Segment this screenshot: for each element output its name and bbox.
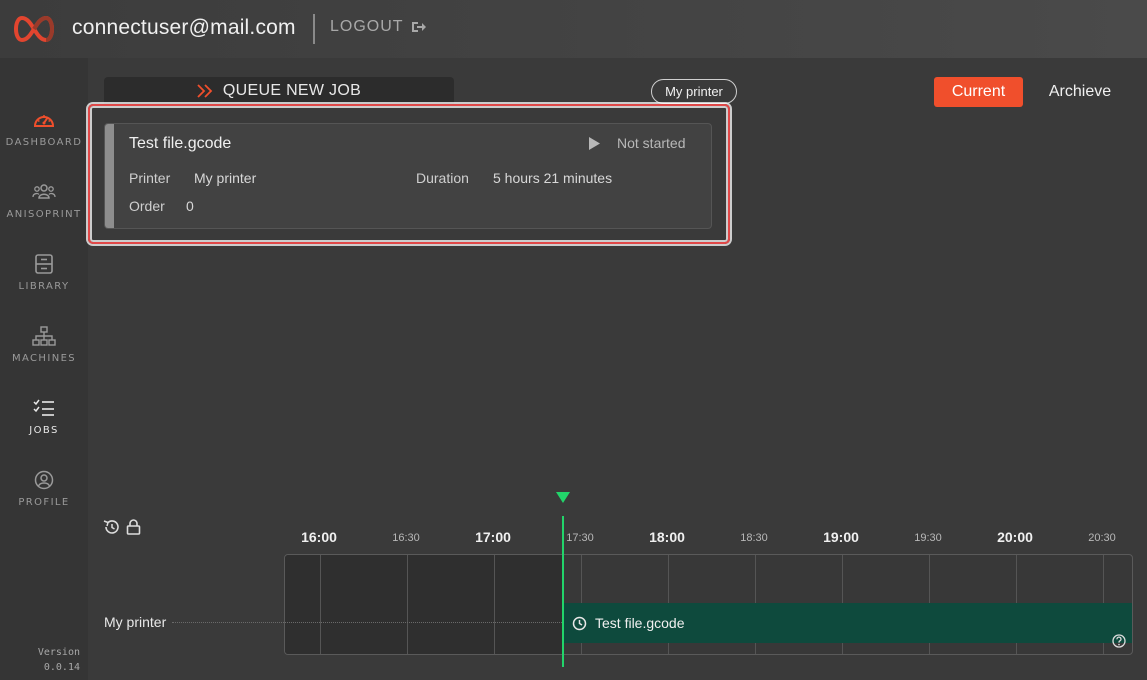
queue-new-job-button[interactable]: QUEUE NEW JOB: [104, 77, 454, 105]
sidebar-item-library[interactable]: LIBRARY: [0, 252, 88, 312]
timeline-tick-label: 17:30: [566, 532, 594, 544]
duration-label: Duration: [416, 170, 469, 186]
printer-label: Printer: [129, 170, 171, 186]
logout-icon: [411, 22, 426, 32]
version-number: 0.0.14: [43, 662, 80, 673]
order-value: 0: [186, 198, 194, 214]
current-time-marker-icon: [556, 492, 570, 503]
timeline-tick-label: 19:00: [823, 529, 859, 545]
library-drawer-icon: [32, 252, 56, 276]
sidebar-item-machines[interactable]: MACHINES: [0, 324, 88, 384]
timeline-job-bar-label: Test file.gcode: [595, 615, 685, 631]
timeline-tick-label: 16:30: [392, 532, 420, 544]
job-status: Not started: [588, 135, 685, 151]
printer-filter-chip[interactable]: My printer: [651, 79, 737, 104]
timeline-tick-label: 18:00: [649, 529, 685, 545]
sidebar-item-anisoprint[interactable]: ANISOPRINT: [0, 180, 88, 240]
timeline-gridline: [494, 555, 495, 654]
sidebar-item-jobs[interactable]: JOBS: [0, 396, 88, 456]
sidebar-item-label: MACHINES: [11, 353, 77, 364]
user-circle-icon: [32, 468, 56, 492]
sidebar-item-dashboard[interactable]: DASHBOARD: [0, 108, 88, 168]
timeline-tick-label: 18:30: [740, 532, 768, 544]
timeline-gridline: [320, 555, 321, 654]
timeline-tick-label: 17:00: [475, 529, 511, 545]
play-icon: [589, 136, 600, 150]
sidebar-item-profile[interactable]: PROFILE: [0, 468, 88, 528]
double-chevron-right-icon: [197, 84, 213, 98]
users-group-icon: [32, 180, 56, 204]
job-card[interactable]: Test file.gcode Not started Printer My p…: [104, 123, 712, 229]
sidebar-item-label: LIBRARY: [18, 281, 70, 292]
clock-icon: [572, 616, 587, 630]
version-label: Version: [37, 647, 80, 658]
sidebar-item-label: JOBS: [29, 425, 59, 436]
network-hierarchy-icon: [32, 324, 56, 348]
sidebar-item-label: DASHBOARD: [5, 137, 83, 148]
tab-current[interactable]: Current: [934, 77, 1023, 107]
timeline-tick-label: 20:30: [1088, 532, 1116, 544]
header-divider: [313, 14, 315, 44]
logout-label: LOGOUT: [330, 18, 404, 35]
user-email: connectuser@mail.com: [72, 16, 296, 39]
timeline-tick-label: 16:00: [301, 529, 337, 545]
timeline-row-label: My printer: [104, 614, 167, 630]
timeline-tick-label: 19:30: [914, 532, 942, 544]
checklist-icon: [32, 396, 56, 420]
timeline-past-region: [285, 555, 563, 654]
timeline-job-bar[interactable]: Test file.gcode: [564, 603, 1132, 643]
help-icon[interactable]: [1112, 634, 1126, 648]
job-card-accent: [105, 124, 114, 228]
current-time-line: [562, 516, 564, 667]
order-label: Order: [129, 198, 165, 214]
sidebar-item-label: PROFILE: [18, 497, 70, 508]
timeline-row-guide: [172, 622, 562, 623]
queue-new-job-label: QUEUE NEW JOB: [222, 82, 362, 99]
job-status-label: Not started: [617, 135, 686, 151]
sidebar: DASHBOARD ANISOPRINT LIBRARY MACHINES JO…: [0, 58, 88, 680]
timeline-gridline: [407, 555, 408, 654]
top-header: connectuser@mail.com LOGOUT: [0, 0, 1147, 58]
logout-button[interactable]: LOGOUT: [330, 18, 427, 36]
printer-value: My printer: [194, 170, 257, 186]
history-icon[interactable]: [103, 519, 120, 535]
app-version: Version 0.0.14: [0, 645, 80, 675]
tab-archive[interactable]: Archieve: [1040, 77, 1120, 107]
dashboard-gauge-icon: [32, 108, 56, 132]
timeline-tick-label: 20:00: [997, 529, 1033, 545]
lock-icon[interactable]: [126, 519, 141, 535]
job-title: Test file.gcode: [129, 135, 232, 152]
duration-value: 5 hours 21 minutes: [493, 170, 613, 186]
anisoprint-logo-icon: [14, 15, 54, 43]
sidebar-item-label: ANISOPRINT: [6, 209, 82, 220]
